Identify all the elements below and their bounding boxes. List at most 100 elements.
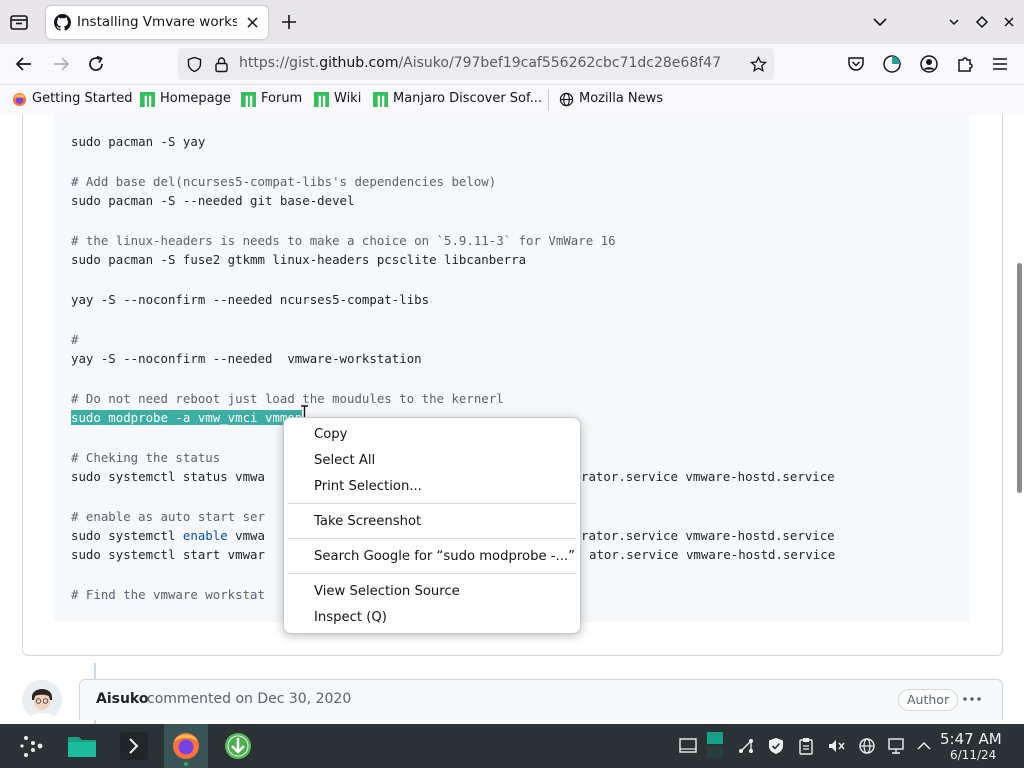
code-comment: # Find the vmware workstat	[71, 587, 265, 602]
bookmark-label: Manjaro Discover Sof...	[393, 91, 543, 106]
new-tab-icon[interactable]	[280, 13, 298, 31]
bookmark-star-icon[interactable]	[749, 55, 768, 73]
lock-icon[interactable]	[213, 56, 230, 73]
reload-icon[interactable]	[86, 54, 106, 74]
code-comment: # Add base del(ncurses5-compat-libs's de…	[71, 174, 497, 189]
comment-header: Aisuko commented on Dec 30, 2020 Author	[79, 679, 1003, 720]
manjaro-icon	[373, 92, 388, 107]
volume-muted-icon[interactable]	[826, 736, 846, 756]
account-icon[interactable]	[919, 54, 939, 74]
manjaro-icon	[140, 92, 155, 107]
code-text: vmwa	[227, 528, 265, 543]
code-line-tail: rator.service vmware-hostd.service	[581, 469, 835, 484]
forward-icon[interactable]	[51, 54, 71, 74]
comment-author-link[interactable]: Aisuko	[96, 691, 149, 707]
tab-bar: Installing Vmvare workstation	[0, 0, 1024, 44]
code-line: sudo pacman -S --needed git base-devel	[71, 193, 355, 208]
network-wired-icon[interactable]	[886, 736, 906, 756]
bookmark-label: Wiki	[334, 91, 362, 106]
menu-item-take-screenshot[interactable]: Take Screenshot	[314, 514, 421, 529]
context-menu: Copy Select All Print Selection... Take …	[283, 417, 581, 634]
software-download-icon[interactable]	[216, 724, 260, 768]
code-keyword: enable	[182, 528, 228, 543]
firefox-icon	[12, 92, 27, 107]
code-line: yay -S --noconfirm --needed vmware-works…	[71, 351, 422, 366]
network-settings-icon[interactable]	[736, 736, 756, 756]
bookmark-label: Forum	[261, 91, 303, 106]
clock-time[interactable]: 5:47 AM	[940, 730, 1002, 748]
url-text[interactable]: https://gist.github.com/Aisuko/797bef19c…	[239, 55, 721, 71]
extension-progress-icon[interactable]	[882, 54, 902, 74]
url-path: /Aisuko/797bef19caf556262cbc71dc28e68f47	[398, 55, 721, 71]
code-comment: # Cheking the status	[71, 450, 221, 465]
navigation-bar: https://gist.github.com/Aisuko/797bef19c…	[0, 44, 1024, 85]
code-line: sudo systemctl start vmwar	[71, 547, 265, 562]
code-line: sudo systemctl enable vmwa	[71, 526, 265, 545]
clock-date[interactable]: 6/11/24	[950, 748, 996, 762]
desktop-icon[interactable]	[678, 736, 698, 756]
manjaro-icon	[241, 92, 256, 107]
github-icon	[54, 14, 71, 31]
bookmark-label: Homepage	[160, 91, 231, 106]
menu-item-view-selection-source[interactable]: View Selection Source	[314, 584, 460, 599]
comment-timestamp[interactable]: commented on Dec 30, 2020	[147, 691, 351, 707]
terminal-icon[interactable]	[112, 724, 156, 768]
bookmark-label: Mozilla News	[579, 91, 664, 106]
bookmarks-bar: Getting Started Homepage Forum Wiki Manj…	[0, 85, 1024, 115]
code-line-selected[interactable]: sudo modprobe -a vmw_vmci vmmon	[71, 408, 303, 427]
maximize-icon[interactable]	[974, 14, 990, 30]
file-manager-icon[interactable]	[60, 724, 104, 768]
menu-item-inspect[interactable]: Inspect (Q)	[314, 610, 387, 625]
extensions-icon[interactable]	[955, 54, 975, 74]
menu-item-select-all[interactable]: Select All	[314, 453, 375, 468]
tab-list-icon[interactable]	[8, 11, 30, 33]
firefox-taskbar-icon[interactable]	[164, 724, 208, 768]
code-line: sudo pacman -S fuse2 gtkmm linux-headers…	[71, 252, 527, 267]
manjaro-icon	[314, 92, 329, 107]
url-host: github.com	[319, 55, 399, 71]
list-all-tabs-icon[interactable]	[872, 14, 888, 30]
url-prefix: https://gist.	[239, 55, 320, 71]
minimize-icon[interactable]	[946, 14, 962, 30]
kebab-menu-icon[interactable]	[962, 691, 982, 707]
menu-separator	[288, 503, 576, 504]
bookmark-label: Getting Started	[32, 91, 133, 106]
vpn-globe-icon[interactable]	[857, 736, 877, 756]
menu-item-print-selection[interactable]: Print Selection...	[314, 479, 422, 494]
avatar[interactable]	[22, 680, 62, 720]
close-tab-icon[interactable]	[245, 15, 260, 30]
security-shield-icon[interactable]	[766, 736, 786, 756]
scrollbar-thumb[interactable]	[1017, 263, 1022, 493]
code-comment: # the linux-headers is needs to make a c…	[71, 233, 616, 248]
back-icon[interactable]	[14, 54, 34, 74]
menu-item-copy[interactable]: Copy	[314, 427, 347, 442]
code-line: yay -S --noconfirm --needed ncurses5-com…	[71, 292, 430, 307]
chevron-up-icon[interactable]	[914, 736, 934, 756]
code-line-tail: ator.service vmware-hostd.service	[589, 547, 836, 562]
code-comment: #	[71, 332, 79, 347]
pocket-icon[interactable]	[846, 54, 866, 74]
code-line: sudo pacman -S yay	[71, 134, 206, 149]
tab-title: Installing Vmvare workstation	[77, 14, 237, 30]
code-line: sudo systemctl status vmwa	[71, 469, 265, 484]
close-window-icon[interactable]	[1001, 14, 1017, 30]
application-launcher-icon[interactable]	[12, 724, 56, 768]
code-comment: # enable as auto start ser	[71, 509, 265, 524]
pager-icon[interactable]	[705, 730, 725, 758]
menu-icon[interactable]	[990, 54, 1010, 74]
globe-icon	[559, 92, 574, 107]
tab-active[interactable]: Installing Vmvare workstation	[46, 6, 268, 39]
code-comment: # Do not need reboot just load the moudu…	[71, 391, 504, 406]
url-bar[interactable]: https://gist.github.com/Aisuko/797bef19c…	[178, 48, 774, 80]
menu-item-search-google[interactable]: Search Google for “sudo modprobe -...”	[314, 549, 575, 564]
selected-text[interactable]: sudo modprobe -a vmw_vmci vmmon	[71, 410, 303, 425]
clipboard-icon[interactable]	[796, 736, 816, 756]
menu-separator	[288, 573, 576, 574]
code-line-tail: rator.service vmware-hostd.service	[581, 528, 835, 543]
bookmarks-separator	[548, 89, 549, 111]
menu-separator	[288, 538, 576, 539]
author-badge: Author	[898, 689, 959, 711]
code-text: sudo systemctl	[71, 528, 183, 543]
taskbar: 5:47 AM 6/11/24	[0, 724, 1024, 768]
shield-icon[interactable]	[186, 56, 203, 73]
